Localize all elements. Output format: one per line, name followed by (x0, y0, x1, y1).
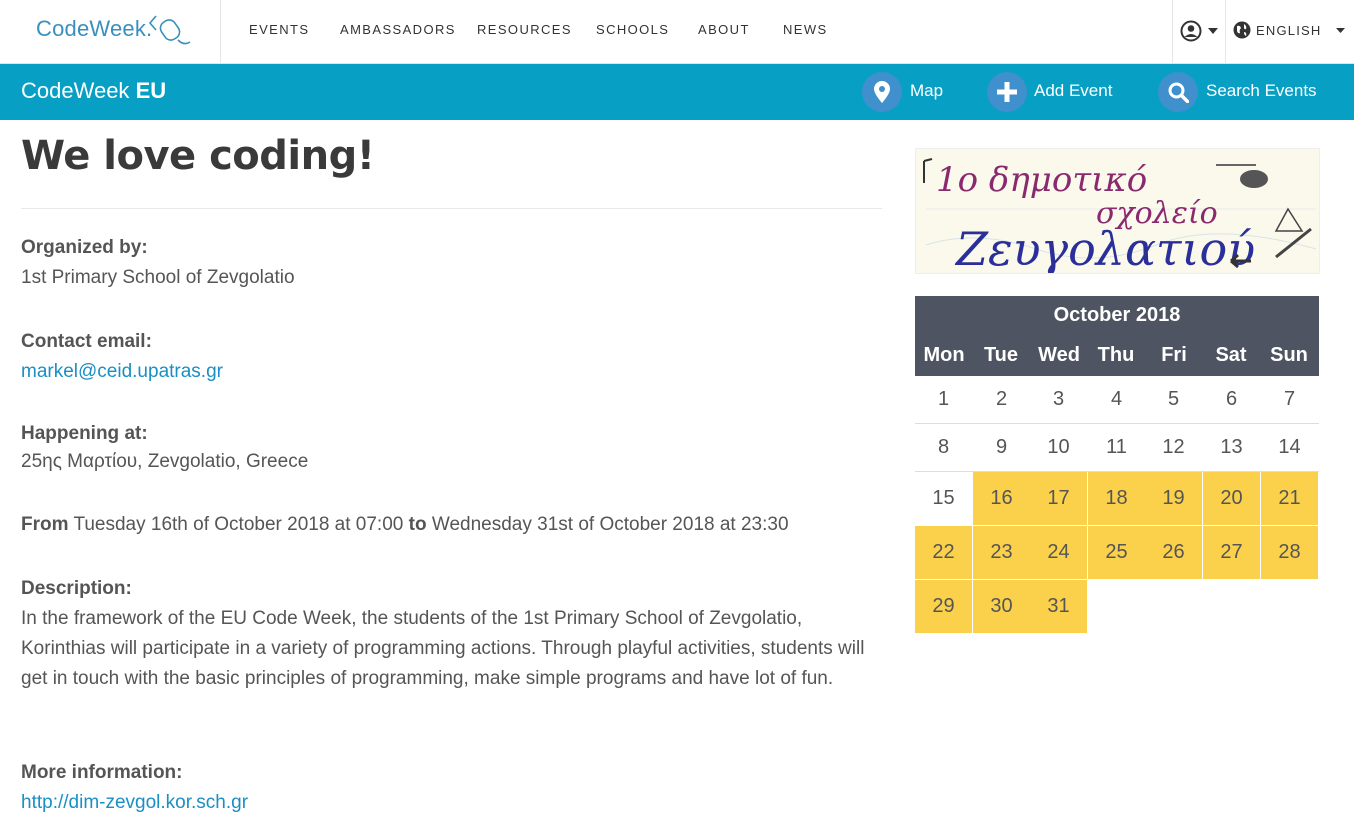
organizer-value: 1st Primary School of Zevgolatio (21, 267, 295, 288)
calendar-row-divider (915, 471, 1319, 472)
brand-light: CodeWeek (21, 78, 130, 103)
image-text-line1: 1ο δημοτικό (936, 160, 1147, 200)
search-events-button[interactable]: Search Events (1158, 72, 1328, 112)
calendar-day-21: 21 (1261, 472, 1318, 525)
add-event-button[interactable]: Add Event (987, 72, 1127, 112)
title-divider (21, 208, 882, 209)
calendar-day-1: 1 (937, 388, 950, 410)
date-range: From Tuesday 16th of October 2018 at 07:… (21, 514, 789, 536)
to-label: to (408, 514, 427, 535)
map-button[interactable]: Map (862, 72, 952, 112)
add-event-label: Add Event (1034, 81, 1113, 100)
calendar-month: October 2018 (1053, 304, 1181, 326)
globe-icon (1233, 21, 1251, 39)
image-text-line3: Ζευγολατιού (954, 222, 1255, 274)
language-selector[interactable]: ENGLISH (1226, 0, 1354, 64)
event-title: We love coding! (21, 133, 375, 179)
plus-icon (997, 82, 1017, 102)
user-icon (1180, 20, 1202, 42)
codeweek-eu-bar: CodeWeek EU Map Add Event Search Events (0, 64, 1354, 120)
calendar-day-6: 6 (1225, 388, 1238, 410)
event-image: 1ο δημοτικό σχολείο Ζευγολατιού (915, 148, 1320, 274)
calendar-day-15: 15 (932, 487, 955, 509)
calendar-day-29: 29 (915, 580, 972, 633)
nav-news[interactable]: NEWS (783, 22, 828, 37)
calendar-day-22: 22 (915, 526, 972, 579)
add-icon-circle (987, 72, 1027, 112)
description-text: In the framework of the EU Code Week, th… (21, 608, 865, 689)
calendar-day-2: 2 (995, 388, 1008, 410)
calendar-row-divider (915, 423, 1319, 424)
search-icon-circle (1158, 72, 1198, 112)
contact-email-link[interactable]: markel@ceid.upatras.gr (21, 361, 223, 383)
top-navbar: CodeWeek. EVENTS AMBASSADORS RESOURCES S… (0, 0, 1354, 64)
brand-bold: EU (135, 78, 167, 103)
weekday-fri: Fri (1161, 344, 1187, 366)
brand-title[interactable]: CodeWeek EU (21, 78, 166, 104)
more-info-link[interactable]: http://dim-zevgol.kor.sch.gr (21, 792, 248, 814)
caret-down-icon (1208, 28, 1218, 34)
weekday-sun: Sun (1270, 344, 1308, 366)
description-label: Description: (21, 578, 132, 599)
weekday-wed: Wed (1038, 344, 1080, 366)
contact-email-label: Contact email: (21, 331, 152, 352)
calendar-day-26: 26 (1145, 526, 1202, 579)
calendar-day-18: 18 (1088, 472, 1145, 525)
calendar-day-14: 14 (1278, 436, 1301, 458)
calendar-day-24: 24 (1030, 526, 1087, 579)
calendar-day-16: 16 (973, 472, 1030, 525)
nav-events[interactable]: EVENTS (249, 22, 309, 37)
calendar-day-10: 10 (1047, 436, 1070, 458)
calendar-day-12: 12 (1162, 436, 1185, 458)
from-label: From (21, 514, 69, 535)
language-label: ENGLISH (1256, 23, 1322, 38)
calendar-day-11: 11 (1106, 436, 1127, 458)
calendar-header: October 2018 Mon Tue Wed Thu Fri Sat Sun (915, 296, 1319, 376)
more-info-label: More information: (21, 762, 183, 783)
calendar-day-13: 13 (1220, 436, 1243, 458)
logo-text: CodeWeek. (36, 16, 153, 41)
calendar-day-25: 25 (1088, 526, 1145, 579)
calendar-day-30: 30 (973, 580, 1030, 633)
codeweek-logo[interactable]: CodeWeek. (0, 0, 221, 64)
calendar-day-28: 28 (1261, 526, 1318, 579)
logo-mouse-icon (148, 15, 191, 45)
calendar-day-4: 4 (1110, 388, 1123, 410)
weekday-tue: Tue (983, 344, 1019, 366)
calendar-day-3: 3 (1052, 388, 1065, 410)
calendar-day-31: 31 (1030, 580, 1087, 633)
nav-ambassadors[interactable]: AMBASSADORS (340, 22, 456, 37)
school-doodle-image: 1ο δημοτικό σχολείο Ζευγολατιού (916, 149, 1319, 274)
nav-resources[interactable]: RESOURCES (477, 22, 572, 37)
map-marker-icon (874, 81, 890, 103)
weekday-sat: Sat (1215, 344, 1247, 366)
caret-down-icon (1336, 28, 1345, 33)
nav-schools[interactable]: SCHOOLS (596, 22, 669, 37)
calendar-day-23: 23 (973, 526, 1030, 579)
search-icon (1168, 82, 1189, 103)
calendar-day-7: 7 (1283, 388, 1296, 410)
location-value: 25ης Μαρτίου, Zevgolatio, Greece (21, 451, 309, 472)
calendar-day-19: 19 (1145, 472, 1202, 525)
calendar-day-20: 20 (1203, 472, 1260, 525)
to-value: Wednesday 31st of October 2018 at 23:30 (431, 514, 789, 535)
organized-by-label: Organized by: (21, 237, 148, 258)
map-icon-circle (862, 72, 902, 112)
weekday-mon: Mon (923, 344, 965, 366)
search-events-label: Search Events (1206, 81, 1317, 100)
map-label: Map (910, 81, 944, 100)
nav-about[interactable]: ABOUT (698, 22, 750, 37)
calendar-day-5: 5 (1167, 388, 1180, 410)
calendar-day-17: 17 (1030, 472, 1087, 525)
weekday-thu: Thu (1097, 344, 1135, 366)
calendar-day-8: 8 (937, 436, 950, 458)
calendar-day-27: 27 (1203, 526, 1260, 579)
from-value: Tuesday 16th of October 2018 at 07:00 (73, 514, 404, 535)
happening-at-label: Happening at: (21, 423, 148, 444)
calendar-day-9: 9 (995, 436, 1008, 458)
user-menu-button[interactable] (1172, 0, 1226, 64)
